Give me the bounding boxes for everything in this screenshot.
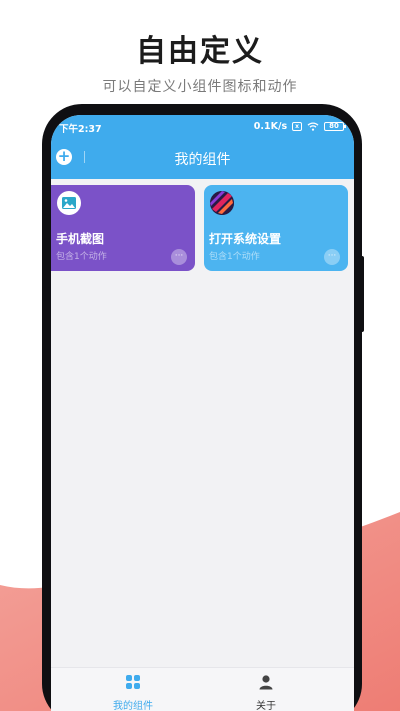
widget-subtitle: 包含1个动作 [56, 252, 107, 262]
phone-side-button [44, 190, 50, 216]
phone-side-button [44, 238, 50, 288]
battery-icon: 80 [324, 122, 346, 131]
more-options-button[interactable]: ··· [171, 249, 187, 265]
nav-label: 我的组件 [113, 701, 153, 711]
system-settings-icon [210, 191, 234, 215]
person-icon [259, 675, 273, 690]
grid-icon [126, 675, 140, 689]
widget-card-system-settings[interactable]: 打开系统设置 包含1个动作 ··· [204, 185, 348, 271]
phone-side-button [358, 256, 364, 332]
promo-subtitle: 可以自定义小组件图标和动作 [102, 79, 298, 95]
nav-item-about[interactable]: 关于 [211, 674, 321, 711]
phone-screen: 下午2:37 0.1K/s x 80 + 我的组件 手机截图 包含1个动作 ··… [51, 115, 354, 711]
promo-title: 自由定义 [136, 34, 264, 69]
screenshot-image-icon [57, 191, 81, 215]
more-options-button[interactable]: ··· [324, 249, 340, 265]
widget-title: 手机截图 [56, 232, 105, 246]
nav-label: 关于 [256, 701, 276, 711]
widget-title: 打开系统设置 [209, 232, 282, 246]
nav-item-my-widgets[interactable]: 我的组件 [78, 674, 188, 711]
network-speed: 0.1K/s [253, 121, 288, 132]
bottom-navigation: 我的组件 关于 [51, 667, 354, 711]
status-indicators: 0.1K/s x 80 [253, 121, 346, 132]
wifi-icon [307, 122, 319, 131]
status-bar: 下午2:37 0.1K/s x 80 [51, 121, 354, 135]
sim-icon: x [292, 122, 302, 131]
phone-side-button [44, 300, 50, 350]
page-title: 我的组件 [174, 152, 231, 168]
widget-card-screenshot[interactable]: 手机截图 包含1个动作 ··· [51, 185, 195, 271]
status-time: 下午2:37 [59, 124, 102, 135]
widget-subtitle: 包含1个动作 [209, 252, 260, 262]
app-bar: 下午2:37 0.1K/s x 80 + 我的组件 [51, 115, 354, 179]
